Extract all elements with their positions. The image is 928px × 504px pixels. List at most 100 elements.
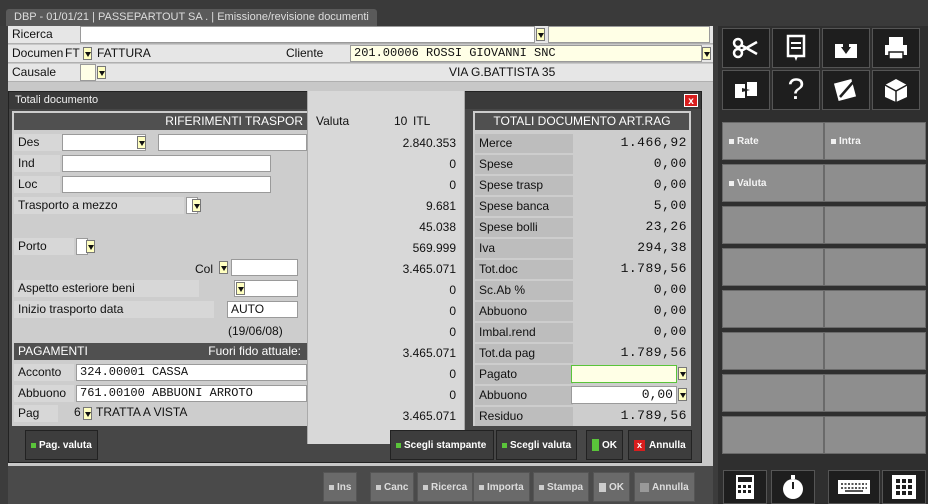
totali-row-label: Spese trasp xyxy=(475,176,573,195)
empty-side-button[interactable] xyxy=(824,416,926,454)
des-detail-field[interactable] xyxy=(158,134,307,151)
ricerca-input[interactable] xyxy=(80,26,535,43)
causale-label: Causale xyxy=(12,65,57,79)
documento-dropdown-icon[interactable] xyxy=(83,47,92,60)
inizio-field[interactable]: AUTO xyxy=(227,301,298,318)
pagamenti-label: PAGAMENTI xyxy=(18,344,88,358)
empty-side-button[interactable] xyxy=(722,332,824,370)
documento-row: Documen FT FATTURA Cliente 201.00006 ROS… xyxy=(8,45,713,63)
transfer-icon[interactable] xyxy=(722,70,770,110)
intra-button[interactable]: Intra xyxy=(824,122,926,160)
ind-field[interactable] xyxy=(62,155,271,172)
causale-row: Causale VIA G.BATTISTA 35 xyxy=(8,64,713,82)
abbuono-field[interactable]: 761.00100 ABBUONI ARROTO xyxy=(76,385,307,402)
valuta-side-button[interactable]: Valuta xyxy=(722,164,824,202)
valuta-label: Valuta xyxy=(316,114,350,128)
valuta-value: 0 xyxy=(449,325,456,339)
inizio-label: Inizio trasporto data xyxy=(14,301,214,318)
valuta-currency: ITL xyxy=(413,114,431,128)
document-icon[interactable] xyxy=(772,28,820,68)
totali-row-value: 5,00 xyxy=(653,198,687,213)
ricerca-extra-field[interactable] xyxy=(548,26,710,43)
empty-side-button[interactable] xyxy=(824,332,926,370)
riferimenti-panel: RIFERIMENTI TRASPOR Des Ind Loc Trasport… xyxy=(12,111,307,426)
help-icon[interactable]: ? xyxy=(772,70,820,110)
documento-code[interactable]: FT xyxy=(65,46,80,60)
empty-side-button[interactable] xyxy=(824,248,926,286)
causale-dropdown-icon[interactable] xyxy=(97,66,106,79)
grid-icon[interactable] xyxy=(882,470,926,504)
canc-button[interactable]: Canc xyxy=(370,472,415,502)
empty-side-button[interactable] xyxy=(722,374,824,412)
rate-button[interactable]: Rate xyxy=(722,122,824,160)
package-icon[interactable] xyxy=(872,70,920,110)
totali-row-label: Tot.doc xyxy=(475,260,573,279)
import-icon[interactable] xyxy=(822,28,870,68)
acconto-field[interactable]: 324.00001 CASSA xyxy=(76,364,307,381)
aspetto-dropdown-icon[interactable] xyxy=(236,282,245,295)
ins-button[interactable]: Ins xyxy=(323,472,358,502)
ok-bottom-button[interactable]: OK xyxy=(593,472,630,502)
address-text: VIA G.BATTISTA 35 xyxy=(449,65,556,79)
calculator-icon[interactable] xyxy=(723,470,767,504)
totali-row-label: Spese xyxy=(475,155,573,174)
rate-label: Rate xyxy=(737,135,759,147)
valuta-value: 569.999 xyxy=(412,241,456,255)
trasporto-dropdown-icon[interactable] xyxy=(192,199,201,212)
scegli-stampante-button[interactable]: Scegli stampante xyxy=(390,430,494,460)
ricerca-dropdown-icon[interactable] xyxy=(536,28,545,41)
printer-icon[interactable] xyxy=(872,28,920,68)
pag-dropdown-icon[interactable] xyxy=(83,407,92,420)
abbuono-input[interactable]: 0,00 xyxy=(571,386,677,404)
intra-label: Intra xyxy=(839,135,861,147)
importa-button[interactable]: Importa xyxy=(473,472,530,502)
pagato-dropdown-icon[interactable] xyxy=(678,367,687,380)
porto-dropdown-icon[interactable] xyxy=(86,240,95,253)
stampa-button[interactable]: Stampa xyxy=(533,472,590,502)
totali-row-label: Iva xyxy=(475,239,573,258)
totali-row-value: 0,00 xyxy=(653,177,687,192)
scegli-valuta-button[interactable]: Scegli valuta xyxy=(496,430,578,460)
pag-code[interactable]: 6 xyxy=(74,405,81,419)
empty-side-button[interactable] xyxy=(722,248,824,286)
empty-side-button[interactable] xyxy=(824,374,926,412)
trasporto-label: Trasporto a mezzo xyxy=(14,197,184,214)
pagato-input[interactable] xyxy=(571,365,677,383)
annulla-bottom-button[interactable]: Annulla xyxy=(634,472,695,502)
empty-side-button[interactable] xyxy=(722,206,824,244)
col-field[interactable] xyxy=(231,259,298,276)
keyboard-icon[interactable] xyxy=(828,470,880,504)
loc-field[interactable] xyxy=(62,176,271,193)
cliente-label: Cliente xyxy=(286,46,324,60)
totali-row-label: Pagato xyxy=(475,365,573,384)
cliente-dropdown-icon[interactable] xyxy=(702,47,711,60)
aspetto-label: Aspetto esteriore beni xyxy=(14,280,199,297)
ricerca-button[interactable]: Ricerca xyxy=(417,472,474,502)
cut-icon[interactable] xyxy=(722,28,770,68)
notepad-icon[interactable] xyxy=(822,70,870,110)
stopwatch-icon[interactable] xyxy=(771,470,815,504)
empty-side-button[interactable] xyxy=(722,416,824,454)
empty-side-button[interactable] xyxy=(722,290,824,328)
ok-button[interactable]: OK xyxy=(586,430,623,460)
causale-field[interactable] xyxy=(80,64,96,81)
canc-label: Canc xyxy=(384,481,409,493)
valuta-value: 2.840.353 xyxy=(402,136,456,150)
abbuono-dropdown-icon[interactable] xyxy=(678,388,687,401)
cliente-field[interactable]: 201.00006 ROSSI GIOVANNI SNC xyxy=(350,45,702,62)
empty-side-button[interactable] xyxy=(824,290,926,328)
close-icon[interactable]: x xyxy=(684,94,698,107)
empty-side-button[interactable] xyxy=(824,164,926,202)
des-field[interactable] xyxy=(62,134,146,151)
pag-valuta-button[interactable]: Pag. valuta xyxy=(25,430,98,460)
empty-side-button[interactable] xyxy=(824,206,926,244)
date-text: (19/06/08) xyxy=(228,324,283,338)
abbuono-label: Abbuono xyxy=(14,385,74,402)
annulla-button[interactable]: x Annulla xyxy=(628,430,692,460)
documento-type: FATTURA xyxy=(97,46,151,60)
col-dropdown-icon[interactable] xyxy=(219,261,228,274)
ricerca-button-label: Ricerca xyxy=(431,481,468,493)
totali-row-label: Abbuono xyxy=(475,302,573,321)
col-label: Col xyxy=(195,262,214,276)
des-dropdown-icon[interactable] xyxy=(137,136,146,149)
